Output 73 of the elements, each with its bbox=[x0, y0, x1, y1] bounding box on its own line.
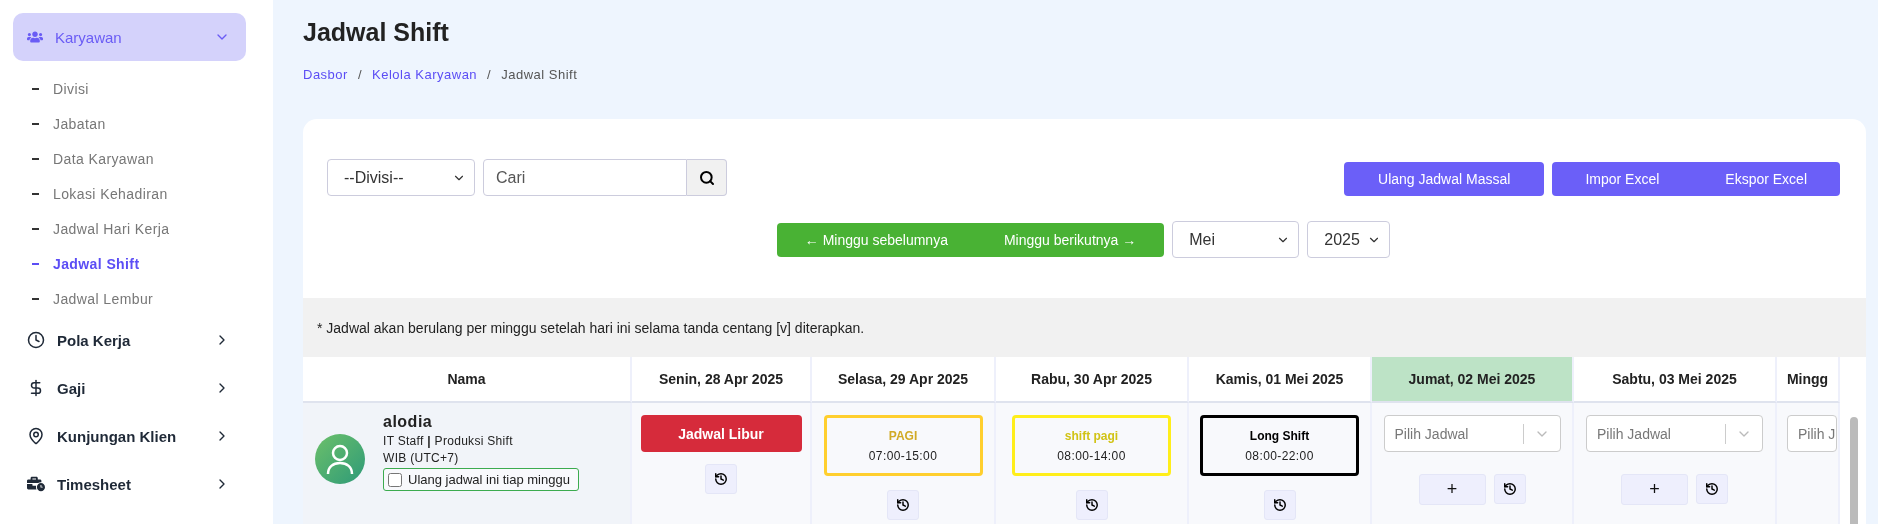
history-icon bbox=[1084, 498, 1099, 512]
sidebar-item[interactable]: Karyawan bbox=[13, 13, 246, 61]
shift-time: 08:00-22:00 bbox=[1245, 448, 1314, 463]
sidebar-subitem[interactable]: Jadwal Shift bbox=[32, 246, 273, 281]
add-button[interactable]: + bbox=[1621, 474, 1688, 505]
sidebar-subitem[interactable]: Data Karyawan bbox=[32, 141, 273, 176]
history-icon bbox=[1502, 482, 1517, 496]
clock-icon bbox=[27, 331, 45, 349]
column-header: Rabu, 30 Apr 2025 bbox=[996, 357, 1189, 403]
users-icon bbox=[27, 29, 43, 45]
shift-time: 08:00-14:00 bbox=[1057, 448, 1126, 463]
sidebar-subitem[interactable]: Jadwal Hari Kerja bbox=[32, 211, 273, 246]
shift-name: PAGI bbox=[888, 428, 918, 443]
sidebar-item[interactable]: Timesheet bbox=[13, 460, 246, 508]
sidebar-subitem[interactable]: Lokasi Kehadiran bbox=[32, 176, 273, 211]
scrollbar[interactable] bbox=[1850, 417, 1858, 524]
map-pin-icon bbox=[27, 427, 45, 445]
division-select[interactable]: --Divisi-- bbox=[327, 159, 475, 196]
history-icon bbox=[714, 472, 728, 486]
schedule-select[interactable]: Pilih J bbox=[1787, 415, 1837, 452]
sidebar-item[interactable]: Pola Kerja bbox=[13, 316, 246, 364]
history-button[interactable] bbox=[887, 490, 919, 520]
history-button[interactable] bbox=[1696, 474, 1728, 504]
current-page-label: Jadwal Shift bbox=[501, 67, 578, 82]
employee-role: IT Staff | Produksi Shift bbox=[383, 434, 514, 448]
previous-week-button[interactable]: ← Minggu sebelumnya bbox=[776, 222, 976, 257]
column-header: Selasa, 29 Apr 2025 bbox=[812, 357, 996, 403]
column-header: Nama bbox=[303, 357, 632, 403]
column-header: Sabtu, 03 Mei 2025 bbox=[1574, 357, 1777, 403]
search-icon bbox=[698, 169, 715, 186]
sidebar-subitem[interactable]: Jadwal Lembur bbox=[32, 281, 273, 316]
breadcrumb-link[interactable]: Dasbor bbox=[303, 67, 348, 82]
sidebar-subitem[interactable]: Divisi bbox=[32, 71, 273, 106]
history-icon bbox=[1705, 482, 1719, 496]
schedule-select[interactable]: Pilih Jadwal bbox=[1586, 415, 1763, 452]
breadcrumb-link[interactable]: Kelola Karyawan bbox=[372, 67, 478, 82]
month-select[interactable]: Mei bbox=[1172, 221, 1300, 258]
employee-timezone: WIB (UTC+7) bbox=[383, 451, 460, 465]
action-button[interactable]: Ekspor Excel bbox=[1692, 162, 1840, 196]
column-header: Kamis, 01 Mei 2025 bbox=[1189, 357, 1372, 403]
history-button[interactable] bbox=[1263, 490, 1296, 520]
history-icon bbox=[1272, 498, 1287, 512]
sidebar-item[interactable]: Kunjungan Klien bbox=[13, 412, 246, 460]
history-button[interactable] bbox=[1493, 474, 1526, 504]
repeat-checkbox[interactable] bbox=[388, 472, 402, 487]
repeat-weekly-option[interactable]: Ulang jadwal ini tiap minggu bbox=[383, 468, 579, 491]
sidebar-subitem[interactable]: Jabatan bbox=[32, 106, 273, 141]
next-week-button[interactable]: Minggu berikutnya → bbox=[975, 222, 1165, 257]
shift-name: shift pagi bbox=[1064, 428, 1119, 443]
action-button[interactable]: Ulang Jadwal Massal bbox=[1344, 162, 1545, 196]
breadcrumb-separator: / bbox=[487, 67, 492, 82]
history-icon bbox=[896, 498, 910, 512]
employee-name: alodia bbox=[383, 413, 434, 431]
column-header: Mingg bbox=[1777, 357, 1840, 403]
history-button[interactable] bbox=[1075, 490, 1108, 520]
year-select[interactable]: 2025 bbox=[1307, 221, 1391, 258]
page-title: Jadwal Shift bbox=[303, 18, 449, 47]
breadcrumb-separator: / bbox=[357, 67, 363, 82]
avatar-icon bbox=[315, 434, 365, 484]
action-button[interactable]: Impor Excel bbox=[1552, 162, 1693, 196]
shift-name: Long Shift bbox=[1249, 428, 1310, 443]
add-button[interactable]: + bbox=[1418, 474, 1486, 505]
briefcase-clock-icon bbox=[27, 475, 45, 493]
history-button[interactable] bbox=[705, 464, 737, 494]
sidebar-item[interactable]: Gaji bbox=[13, 364, 246, 412]
schedule-select[interactable]: Pilih Jadwal bbox=[1383, 415, 1561, 452]
day-off-badge: Jadwal Libur bbox=[640, 415, 802, 452]
search-button[interactable] bbox=[687, 159, 727, 196]
note-text: * Jadwal akan berulang per minggu setelah hari ini selama tanda centang [v] diterapkan. bbox=[317, 319, 865, 336]
column-header: Jumat, 02 Mei 2025 bbox=[1372, 357, 1574, 403]
column-header: Senin, 28 Apr 2025 bbox=[632, 357, 812, 403]
search-field[interactable]: Cari bbox=[483, 159, 687, 196]
shift-time: 07:00-15:00 bbox=[868, 448, 938, 463]
